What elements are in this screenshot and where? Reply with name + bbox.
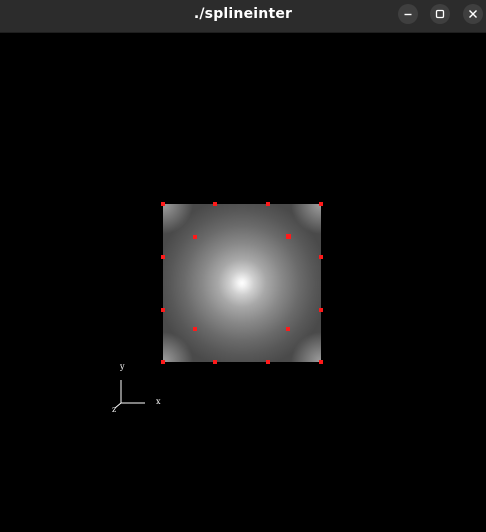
- y-axis-label: y: [120, 362, 125, 371]
- control-point: [161, 308, 165, 312]
- control-point: [285, 233, 291, 239]
- surface-corner-highlight: [291, 332, 321, 362]
- control-point: [266, 202, 270, 206]
- title-bar[interactable]: ./splineinter: [0, 0, 486, 33]
- control-point: [286, 327, 290, 331]
- control-point: [161, 202, 165, 206]
- surface-corner-highlight: [163, 204, 193, 234]
- spline-surface: [163, 204, 321, 362]
- control-point: [193, 235, 197, 239]
- opengl-viewport[interactable]: y x z: [0, 33, 486, 532]
- control-point: [161, 255, 165, 259]
- close-icon: [469, 10, 477, 18]
- control-point: [213, 360, 217, 364]
- axes-indicator: y x z: [105, 358, 175, 418]
- x-axis-label: x: [156, 397, 161, 406]
- minimize-icon: [404, 13, 412, 16]
- control-point: [319, 202, 323, 206]
- surface-corner-highlight: [291, 204, 321, 234]
- maximize-icon: [435, 9, 445, 19]
- minimize-button[interactable]: [398, 4, 418, 24]
- control-point: [319, 360, 323, 364]
- z-axis-label: z: [112, 405, 117, 414]
- control-point: [319, 255, 323, 259]
- close-button[interactable]: [463, 4, 483, 24]
- control-point: [266, 360, 270, 364]
- control-point: [213, 202, 217, 206]
- application-window: ./splineinter y x z: [0, 0, 486, 532]
- control-point: [319, 308, 323, 312]
- maximize-button[interactable]: [430, 4, 450, 24]
- control-point: [193, 327, 197, 331]
